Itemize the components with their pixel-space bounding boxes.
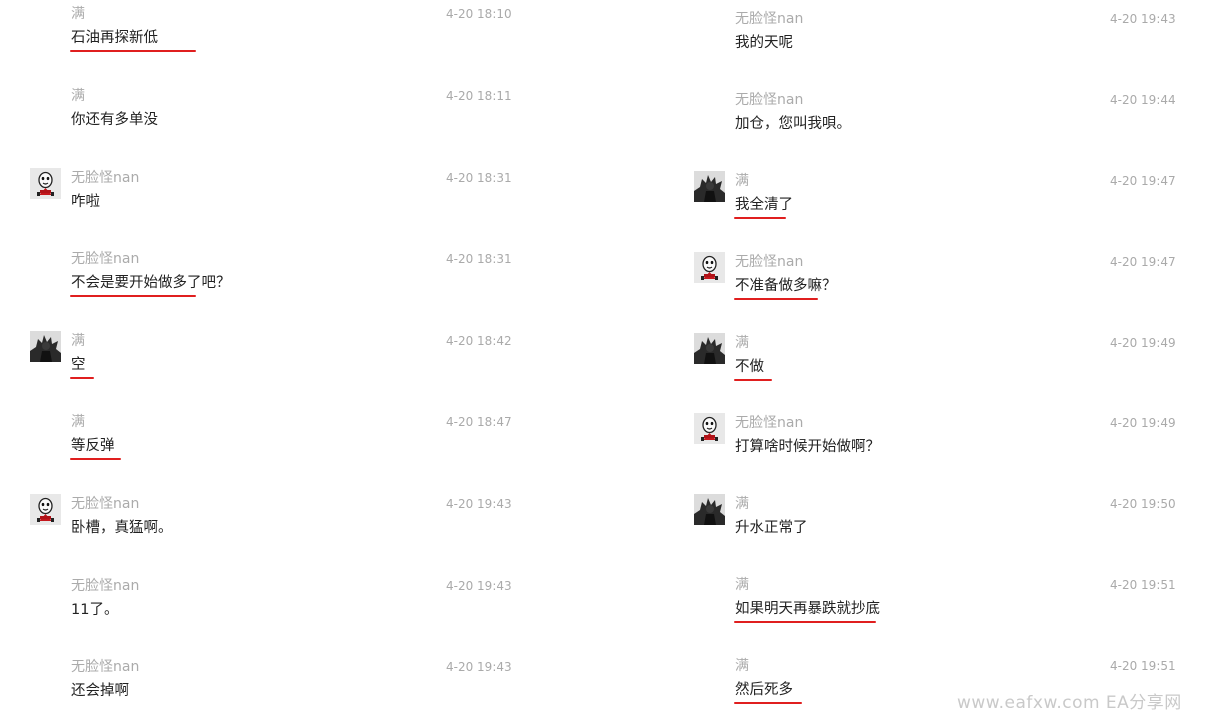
message-time: 4-20 19:50 bbox=[1110, 497, 1176, 511]
message-text: 如果明天再暴跌就抄底 bbox=[735, 601, 880, 617]
sender-name: 无脸怪nan bbox=[735, 415, 804, 431]
watermark: www.eafxw.com EA分享网 bbox=[957, 693, 1182, 713]
sender-name: 无脸怪nan bbox=[71, 170, 140, 186]
message-text: 咋啦 bbox=[71, 194, 100, 210]
sender-name: 满 bbox=[735, 577, 749, 593]
message-text: 11了。 bbox=[71, 602, 119, 618]
chat-message[interactable]: 满 4-20 18:10 石油再探新低 bbox=[0, 4, 520, 74]
message-time: 4-20 19:47 bbox=[1110, 174, 1176, 188]
dark-avatar[interactable] bbox=[30, 331, 61, 362]
chat-message[interactable]: 满 4-20 19:47 我全清了 bbox=[664, 171, 1184, 241]
chat-message[interactable]: 满 4-20 19:49 不做 bbox=[664, 333, 1184, 403]
sender-name: 无脸怪nan bbox=[735, 254, 804, 270]
sender-name: 无脸怪nan bbox=[71, 251, 140, 267]
message-time: 4-20 18:10 bbox=[446, 7, 512, 21]
message-time: 4-20 19:43 bbox=[446, 579, 512, 593]
sender-name: 无脸怪nan bbox=[71, 659, 140, 675]
chat-message[interactable]: 无脸怪nan 4-20 19:49 打算啥时候开始做啊？ bbox=[664, 413, 1184, 483]
message-text: 打算啥时候开始做啊？ bbox=[735, 439, 880, 455]
message-time: 4-20 18:31 bbox=[446, 171, 512, 185]
chat-message[interactable]: 无脸怪nan 4-20 18:31 不会是要开始做多了吧？ bbox=[0, 249, 520, 319]
sender-name: 无脸怪nan bbox=[735, 92, 804, 108]
dark-avatar[interactable] bbox=[694, 333, 725, 364]
message-text: 空 bbox=[71, 357, 86, 373]
sender-name: 满 bbox=[71, 414, 85, 430]
message-time: 4-20 18:11 bbox=[446, 89, 512, 103]
message-time: 4-20 19:51 bbox=[1110, 578, 1176, 592]
message-time: 4-20 19:49 bbox=[1110, 336, 1176, 350]
message-text: 我的天呢 bbox=[735, 35, 793, 51]
message-text: 还会掉啊 bbox=[71, 683, 129, 699]
chat-message[interactable]: 无脸怪nan 4-20 19:43 还会掉啊 bbox=[0, 657, 520, 713]
chat-message[interactable]: 满 4-20 18:42 空 bbox=[0, 331, 520, 401]
mask-avatar[interactable] bbox=[694, 252, 725, 283]
message-text: 卧槽，真猛啊。 bbox=[71, 520, 173, 536]
chat-column-left: 满 4-20 18:10 石油再探新低 满 4-20 18:11 你还有多单没 … bbox=[0, 0, 520, 714]
chat-message[interactable]: 无脸怪nan 4-20 19:44 加仓，您叫我唄。 bbox=[664, 90, 1184, 160]
highlight-underline bbox=[70, 458, 121, 460]
chat-message[interactable]: 无脸怪nan 4-20 19:43 卧槽，真猛啊。 bbox=[0, 494, 520, 564]
highlight-underline bbox=[734, 702, 802, 704]
highlight-underline bbox=[734, 217, 786, 219]
message-time: 4-20 18:47 bbox=[446, 415, 512, 429]
message-time: 4-20 19:44 bbox=[1110, 93, 1176, 107]
mask-avatar[interactable] bbox=[30, 168, 61, 199]
message-time: 4-20 18:42 bbox=[446, 334, 512, 348]
message-time: 4-20 19:43 bbox=[446, 660, 512, 674]
message-time: 4-20 19:51 bbox=[1110, 659, 1176, 673]
sender-name: 无脸怪nan bbox=[71, 578, 140, 594]
highlight-underline bbox=[734, 621, 876, 623]
dark-avatar[interactable] bbox=[694, 494, 725, 525]
sender-name: 满 bbox=[71, 88, 85, 104]
chat-message[interactable]: 满 4-20 19:50 升水正常了 bbox=[664, 494, 1184, 564]
chat-message[interactable]: 满 4-20 18:47 等反弹 bbox=[0, 412, 520, 482]
chat-message[interactable]: 满 4-20 19:51 如果明天再暴跌就抄底 bbox=[664, 575, 1184, 645]
message-text: 你还有多单没 bbox=[71, 112, 158, 128]
message-time: 4-20 19:43 bbox=[446, 497, 512, 511]
highlight-underline bbox=[70, 377, 94, 379]
mask-avatar[interactable] bbox=[30, 494, 61, 525]
message-text: 不做 bbox=[735, 359, 764, 375]
highlight-underline bbox=[734, 379, 772, 381]
message-time: 4-20 18:31 bbox=[446, 252, 512, 266]
message-text: 我全清了 bbox=[735, 197, 793, 213]
highlight-underline bbox=[70, 295, 196, 297]
message-text: 不准备做多嘛？ bbox=[735, 278, 837, 294]
dark-avatar[interactable] bbox=[694, 171, 725, 202]
message-time: 4-20 19:47 bbox=[1110, 255, 1176, 269]
sender-name: 无脸怪nan bbox=[71, 496, 140, 512]
sender-name: 满 bbox=[735, 658, 749, 674]
chat-message[interactable]: 无脸怪nan 4-20 18:31 咋啦 bbox=[0, 168, 520, 238]
chat-message[interactable]: 无脸怪nan 4-20 19:43 11了。 bbox=[0, 576, 520, 646]
message-text: 升水正常了 bbox=[735, 520, 808, 536]
sender-name: 无脸怪nan bbox=[735, 11, 804, 27]
message-text: 等反弹 bbox=[71, 438, 115, 454]
sender-name: 满 bbox=[735, 173, 749, 189]
sender-name: 满 bbox=[71, 333, 85, 349]
chat-message[interactable]: 满 4-20 18:11 你还有多单没 bbox=[0, 86, 520, 156]
highlight-underline bbox=[70, 50, 196, 52]
sender-name: 满 bbox=[71, 6, 85, 22]
message-text: 不会是要开始做多了吧？ bbox=[71, 275, 231, 291]
message-time: 4-20 19:43 bbox=[1110, 12, 1176, 26]
mask-avatar[interactable] bbox=[694, 413, 725, 444]
message-text: 加仓，您叫我唄。 bbox=[735, 116, 851, 132]
sender-name: 满 bbox=[735, 496, 749, 512]
chat-message[interactable]: 无脸怪nan 4-20 19:47 不准备做多嘛？ bbox=[664, 252, 1184, 322]
message-text: 然后死多 bbox=[735, 682, 793, 698]
chat-column-right: 无脸怪nan 4-20 19:43 我的天呢 无脸怪nan 4-20 19:44… bbox=[664, 0, 1184, 714]
message-text: 石油再探新低 bbox=[71, 30, 158, 46]
chat-message[interactable]: 无脸怪nan 4-20 19:43 我的天呢 bbox=[664, 9, 1184, 79]
message-time: 4-20 19:49 bbox=[1110, 416, 1176, 430]
highlight-underline bbox=[734, 298, 818, 300]
sender-name: 满 bbox=[735, 335, 749, 351]
